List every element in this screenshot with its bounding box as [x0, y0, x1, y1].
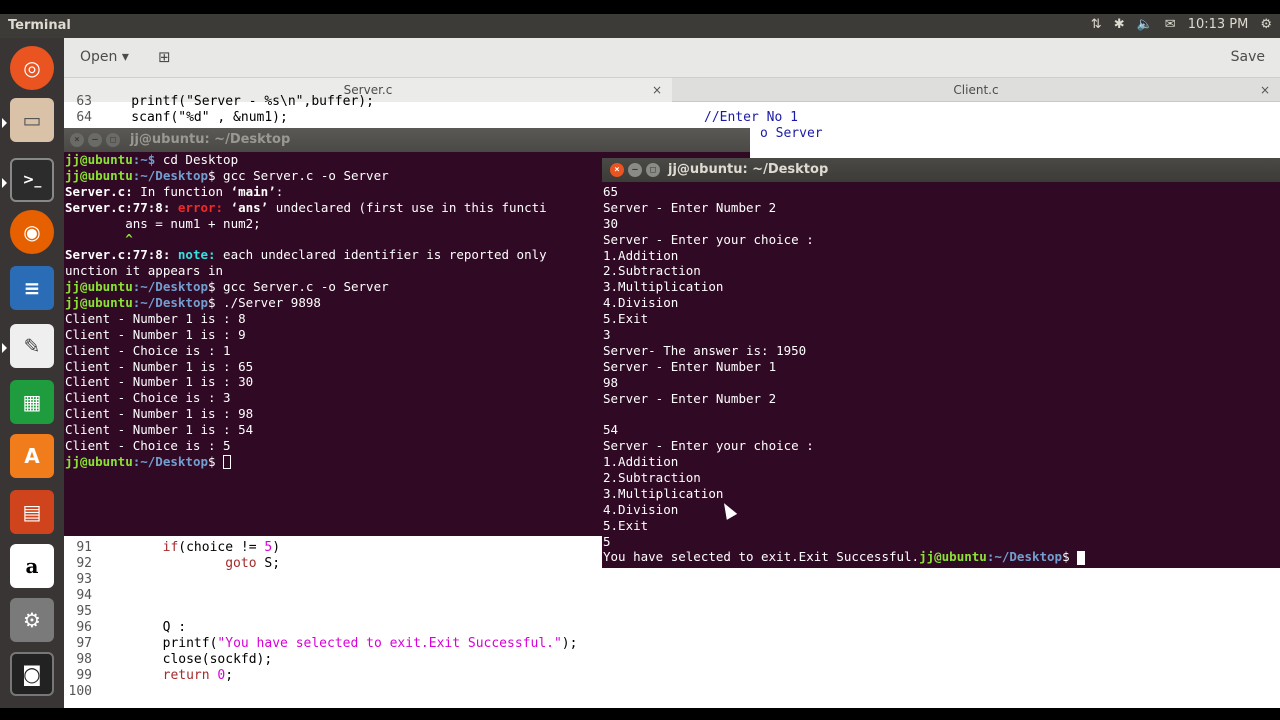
maximize-icon[interactable]: □	[106, 133, 120, 147]
files-icon[interactable]: ▭	[10, 98, 54, 142]
code-line: 93	[76, 572, 92, 587]
files-running-indicator	[2, 118, 7, 128]
terminal-icon[interactable]: >_	[10, 158, 54, 202]
gear-icon[interactable]: ⚙	[1260, 17, 1272, 32]
terminal-title: jj@ubuntu: ~/Desktop	[130, 132, 291, 147]
maximize-icon[interactable]: □	[646, 163, 660, 177]
terminal-right[interactable]: × – □ jj@ubuntu: ~/Desktop 65 Server - E…	[602, 158, 1280, 568]
terminal-output: jj@ubuntu:~$ cd Desktop jj@ubuntu:~/Desk…	[65, 152, 547, 470]
close-icon[interactable]: ×	[1260, 83, 1270, 97]
bluetooth-icon[interactable]: ✱	[1114, 17, 1125, 32]
libreoffice-calc-icon[interactable]: ▦	[10, 380, 54, 424]
editor-running-indicator	[2, 343, 7, 353]
libreoffice-writer-icon[interactable]: ≡	[10, 266, 54, 310]
new-document-icon[interactable]: ⊞	[158, 48, 171, 66]
terminal-running-indicator	[2, 178, 7, 188]
code-line: 94	[76, 588, 92, 603]
system-indicators: ⇅ ✱ 🔈 ✉ 10:13 PM ⚙	[1091, 17, 1272, 32]
code-line: 92 goto S;	[76, 556, 281, 571]
libreoffice-impress-icon[interactable]: ▤	[10, 490, 54, 534]
terminal-titlebar[interactable]: × – □ jj@ubuntu: ~/Desktop	[602, 158, 1280, 182]
text-editor-icon[interactable]: ✎	[10, 324, 54, 368]
code-line: 95	[76, 604, 92, 619]
system-settings-icon[interactable]: ⚙	[10, 598, 54, 642]
top-panel: Terminal ⇅ ✱ 🔈 ✉ 10:13 PM ⚙	[0, 14, 1280, 38]
terminal-output: 65 Server - Enter Number 2 30 Server - E…	[603, 184, 1086, 565]
terminal-cursor	[223, 455, 232, 470]
save-button[interactable]: Save	[1231, 49, 1265, 65]
code-line: 63 printf("Server - %s\n",buffer);	[76, 94, 374, 109]
firefox-icon[interactable]: ◉	[10, 210, 54, 254]
volume-icon[interactable]: 🔈	[1137, 17, 1153, 32]
client-code-line: //Enter No 1	[704, 110, 798, 125]
clock[interactable]: 10:13 PM	[1188, 17, 1249, 32]
close-icon[interactable]: ×	[70, 133, 84, 147]
screenshot-icon[interactable]: ◙	[10, 652, 54, 696]
chevron-down-icon: ▾	[121, 49, 129, 65]
app-title: Terminal	[8, 18, 71, 33]
launcher: ◎ ▭ >_ ◉ ≡ ✎ ▦ A ▤ a ⚙ ◙	[0, 38, 64, 708]
ubuntu-dash-icon[interactable]: ◎	[10, 46, 54, 90]
code-line: 91 if(choice != 5)	[76, 540, 281, 555]
network-updown-icon[interactable]: ⇅	[1091, 17, 1102, 32]
terminal-title: jj@ubuntu: ~/Desktop	[668, 162, 829, 177]
software-center-icon[interactable]: A	[10, 434, 54, 478]
gedit-toolbar: Open ▾ ⊞ Save	[64, 38, 1280, 78]
code-line: 98 close(sockfd);	[76, 652, 273, 667]
close-icon[interactable]: ×	[610, 163, 624, 177]
minimize-icon[interactable]: –	[88, 133, 102, 147]
tab-client-c[interactable]: Client.c ×	[672, 78, 1280, 102]
code-line: 64 scanf("%d" , &num1);	[76, 110, 288, 125]
code-line: 96 Q :	[76, 620, 187, 635]
terminal-titlebar[interactable]: × – □ jj@ubuntu: ~/Desktop	[64, 128, 750, 152]
minimize-icon[interactable]: –	[628, 163, 642, 177]
mail-icon[interactable]: ✉	[1165, 17, 1176, 32]
code-line: 100	[68, 684, 92, 699]
open-button[interactable]: Open ▾	[80, 49, 129, 65]
amazon-icon[interactable]: a	[10, 544, 54, 588]
terminal-cursor	[1077, 550, 1086, 565]
code-line: 97 printf("You have selected to exit.Exi…	[76, 636, 578, 651]
close-icon[interactable]: ×	[652, 83, 662, 97]
client-code-line: o Server	[760, 126, 823, 141]
code-line: 99 return 0;	[76, 668, 234, 683]
